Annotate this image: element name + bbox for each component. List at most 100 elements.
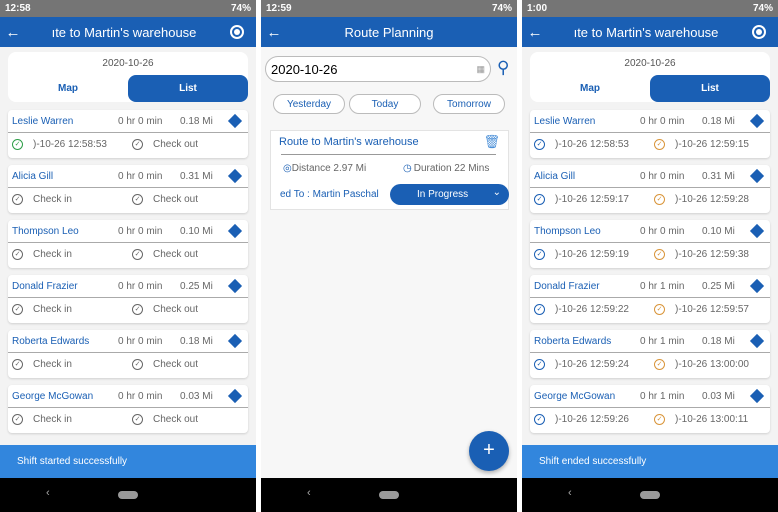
customer-name[interactable]: Thompson Leo (12, 226, 118, 237)
customer-name[interactable]: George McGowan (534, 391, 640, 402)
check-in-button[interactable]: ✓)-10-26 12:59:26 (530, 414, 650, 425)
check-out-button[interactable]: ✓)-10-26 12:59:28 (650, 194, 770, 205)
customer-name[interactable]: Roberta Edwards (12, 336, 118, 347)
route-name[interactable]: Route to Martin's warehouse (279, 136, 419, 148)
check-row: ✓ Check in ✓ Check out (8, 298, 248, 321)
location-pin-icon: ◎ (283, 163, 292, 174)
check-in-button[interactable]: ✓ Check in (8, 414, 128, 425)
nav-home-button[interactable] (379, 491, 399, 499)
customer-name[interactable]: George McGowan (12, 391, 118, 402)
list-item[interactable]: Roberta Edwards 0 hr 0 min 0.18 Mi ✓ Check i… (8, 330, 248, 378)
list-item[interactable]: Alicia Gill 0 hr 0 min 0.31 Mi ✓)-10-26 12:… (530, 165, 770, 213)
calendar-icon[interactable]: ▦ (476, 64, 485, 75)
check-in-button[interactable]: ✓)-10-26 12:59:19 (530, 249, 650, 260)
tab-map[interactable]: Map (530, 75, 650, 102)
customer-name[interactable]: Alicia Gill (12, 171, 118, 182)
check-in-button[interactable]: ✓ Check in (8, 249, 128, 260)
navigation-bar: ‹ (0, 478, 256, 512)
customer-name[interactable]: Leslie Warren (12, 116, 118, 127)
nav-back-button[interactable]: ‹ (568, 487, 572, 499)
distance: 0.18 Mi (180, 115, 213, 127)
list-item[interactable]: Donald Frazier 0 hr 0 min 0.25 Mi ✓ Check in… (8, 275, 248, 323)
status-dropdown[interactable]: In Progress ⌄ (390, 184, 509, 205)
check-out-button[interactable]: ✓)-10-26 13:00:00 (650, 359, 770, 370)
duration: 0 hr 0 min (118, 170, 163, 182)
directions-icon[interactable] (749, 168, 765, 184)
item-header: Alicia Gill 0 hr 0 min 0.31 Mi (8, 165, 248, 188)
customer-name[interactable]: Roberta Edwards (534, 336, 640, 347)
check-in-button[interactable]: ✓)-10-26 12:59:17 (530, 194, 650, 205)
directions-icon[interactable] (749, 223, 765, 239)
list-item[interactable]: George McGowan 0 hr 1 min 0.03 Mi ✓)-10-26 … (530, 385, 770, 433)
customer-name[interactable]: Leslie Warren (534, 116, 640, 127)
date-value: 2020-10-26 (271, 61, 338, 77)
record-button[interactable] (752, 25, 766, 39)
directions-icon[interactable] (749, 388, 765, 404)
check-in-button[interactable]: ✓ Check in (8, 194, 128, 205)
list-item[interactable]: Thompson Leo 0 hr 0 min 0.10 Mi ✓)-10-26 12… (530, 220, 770, 268)
nav-home-button[interactable] (118, 491, 138, 499)
add-route-button[interactable]: + (469, 431, 509, 471)
check-circle-icon: ✓ (654, 359, 665, 370)
directions-icon[interactable] (227, 278, 243, 294)
directions-icon[interactable] (227, 388, 243, 404)
duration: 0 hr 1 min (640, 335, 685, 347)
nav-home-button[interactable] (640, 491, 660, 499)
directions-icon[interactable] (749, 278, 765, 294)
list-item[interactable]: Leslie Warren 0 hr 0 min 0.18 Mi ✓)-10-26 1… (8, 110, 248, 158)
user-icon[interactable]: ⚲ (497, 58, 509, 78)
list-item[interactable]: Donald Frazier 0 hr 1 min 0.25 Mi ✓)-10-26 … (530, 275, 770, 323)
directions-icon[interactable] (749, 333, 765, 349)
check-in-button-label: Check in (33, 194, 72, 205)
check-in-button[interactable]: ✓)-10-26 12:58:53 (530, 139, 650, 150)
check-in-button[interactable]: ✓)-10-26 12:58:53 (8, 139, 128, 150)
directions-icon[interactable] (227, 168, 243, 184)
customer-name[interactable]: Thompson Leo (534, 226, 640, 237)
check-in-button[interactable]: ✓)-10-26 12:59:22 (530, 304, 650, 315)
check-out-button[interactable]: ✓)-10-26 12:59:15 (650, 139, 770, 150)
quick-date-yesterday[interactable]: Yesterday (273, 94, 345, 114)
list-item[interactable]: Roberta Edwards 0 hr 1 min 0.18 Mi ✓)-10-26… (530, 330, 770, 378)
customer-name[interactable]: Alicia Gill (534, 171, 640, 182)
check-out-button[interactable]: ✓ Check out (128, 249, 248, 260)
check-out-button[interactable]: ✓ Check out (128, 304, 248, 315)
check-circle-icon: ✓ (534, 304, 545, 315)
delete-icon[interactable]: 🗑 (483, 134, 500, 150)
check-row: ✓ Check in ✓ Check out (8, 188, 248, 211)
check-out-button[interactable]: ✓)-10-26 12:59:57 (650, 304, 770, 315)
check-out-button[interactable]: ✓)-10-26 12:59:38 (650, 249, 770, 260)
back-arrow-icon[interactable]: ← (0, 24, 26, 41)
check-in-button[interactable]: ✓)-10-26 12:59:24 (530, 359, 650, 370)
tab-list[interactable]: List (128, 75, 248, 102)
check-out-button[interactable]: ✓ Check out (128, 139, 248, 150)
directions-icon[interactable] (227, 223, 243, 239)
list-item[interactable]: Thompson Leo 0 hr 0 min 0.10 Mi ✓ Check in ✓ C… (8, 220, 248, 268)
check-out-button[interactable]: ✓)-10-26 13:00:11 (650, 414, 770, 425)
check-in-button[interactable]: ✓ Check in (8, 304, 128, 315)
route-card[interactable]: Route to Martin's warehouse 🗑 ◎ Distance 2.… (270, 130, 509, 210)
quick-date-tomorrow[interactable]: Tomorrow (433, 94, 505, 114)
back-arrow-icon[interactable]: ← (261, 24, 287, 41)
date-input[interactable]: 2020-10-26 ▦ (265, 56, 491, 82)
check-out-button[interactable]: ✓ Check out (128, 194, 248, 205)
back-arrow-icon[interactable]: ← (522, 24, 548, 41)
check-row: ✓)-10-26 12:59:24 ✓)-10-26 13:00:00 (530, 353, 770, 376)
directions-icon[interactable] (749, 113, 765, 129)
tab-map[interactable]: Map (8, 75, 128, 102)
check-in-button[interactable]: ✓ Check in (8, 359, 128, 370)
nav-back-button[interactable]: ‹ (46, 487, 50, 499)
check-out-button[interactable]: ✓ Check out (128, 414, 248, 425)
customer-name[interactable]: Donald Frazier (12, 281, 118, 292)
directions-icon[interactable] (227, 333, 243, 349)
record-button[interactable] (230, 25, 244, 39)
customer-name[interactable]: Donald Frazier (534, 281, 640, 292)
tab-list[interactable]: List (650, 75, 770, 102)
check-circle-icon: ✓ (12, 304, 23, 315)
list-item[interactable]: George McGowan 0 hr 0 min 0.03 Mi ✓ Check in… (8, 385, 248, 433)
directions-icon[interactable] (227, 113, 243, 129)
list-item[interactable]: Leslie Warren 0 hr 0 min 0.18 Mi ✓)-10-26 1… (530, 110, 770, 158)
list-item[interactable]: Alicia Gill 0 hr 0 min 0.31 Mi ✓ Check in ✓ Ch… (8, 165, 248, 213)
nav-back-button[interactable]: ‹ (307, 487, 311, 499)
quick-date-today[interactable]: Today (349, 94, 421, 114)
check-out-button[interactable]: ✓ Check out (128, 359, 248, 370)
